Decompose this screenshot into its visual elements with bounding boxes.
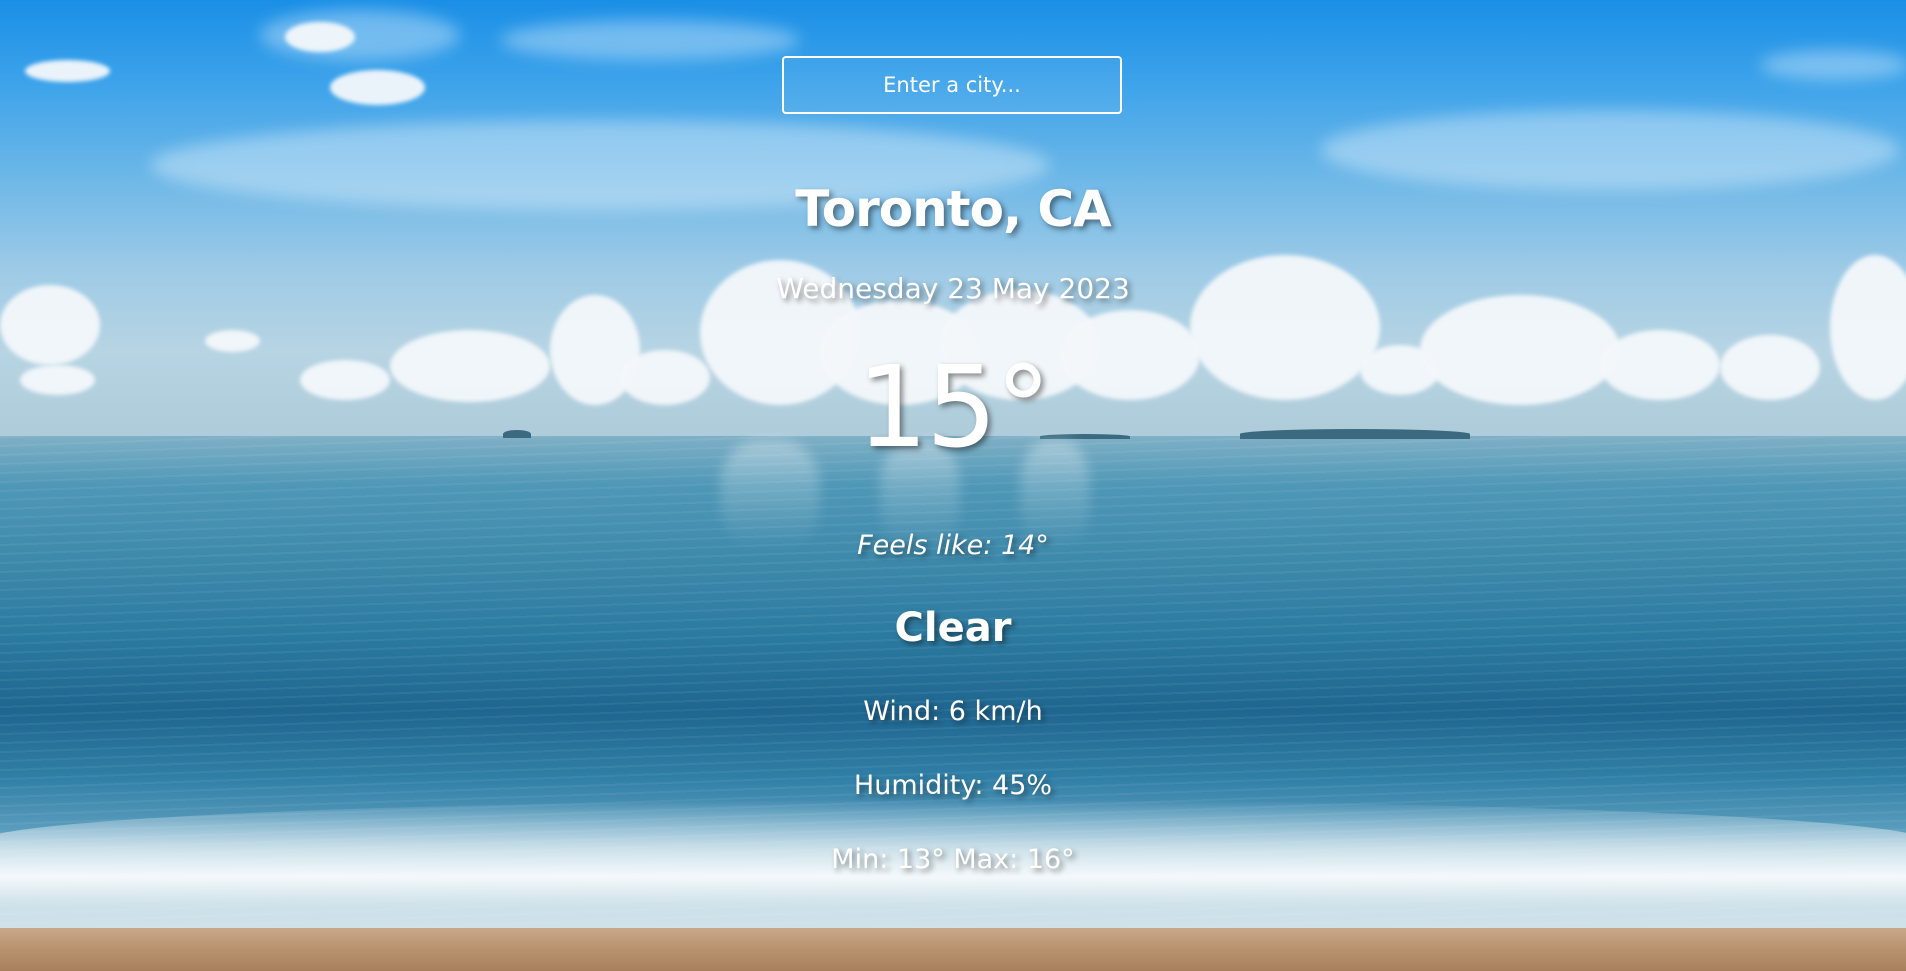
cloud (330, 70, 425, 105)
cloud (1320, 110, 1900, 190)
cloud (205, 330, 260, 352)
sand (0, 928, 1906, 971)
cloud (1760, 50, 1906, 80)
cloud (500, 20, 800, 60)
humidity: Humidity: 45% (853, 770, 1053, 801)
cloud (285, 22, 355, 52)
background-image (0, 0, 1906, 971)
current-date: Wednesday 23 May 2023 (776, 272, 1130, 305)
cloud (25, 60, 110, 82)
current-temperature: 15° (856, 343, 1052, 473)
location-title: Toronto, CA (795, 180, 1111, 238)
feels-like: Feels like: 14° (857, 530, 1049, 561)
min-max-temperature: Min: 13° Max: 16° (831, 844, 1075, 875)
city-search-input[interactable] (782, 56, 1122, 114)
weather-condition: Clear (894, 605, 1012, 651)
wind-speed: Wind: 6 km/h (863, 696, 1043, 727)
